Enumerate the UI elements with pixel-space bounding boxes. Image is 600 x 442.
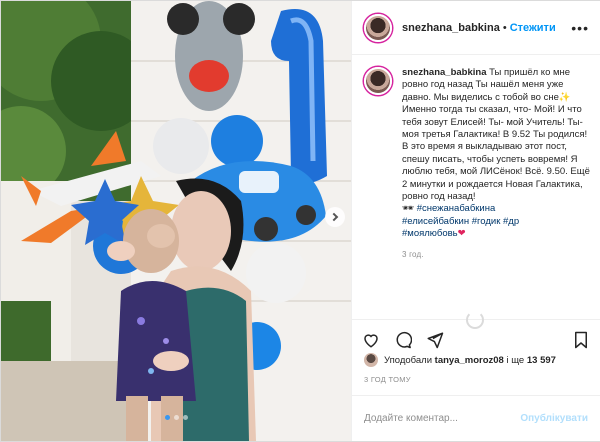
caption-avatar[interactable]	[364, 67, 392, 95]
caption-message: Ты пришёл ко мне ровно год назад⁣ Ты наш…	[402, 67, 590, 203]
avatar[interactable]	[364, 13, 392, 42]
bookmark-icon[interactable]	[572, 331, 590, 349]
post-header: snezhana_babkina • Стежити •••	[352, 1, 600, 55]
instagram-post-window: snezhana_babkina • Стежити ••• snezhana_…	[0, 0, 600, 442]
carousel-indicator	[165, 415, 188, 420]
likes-count[interactable]: 13 597	[527, 355, 556, 366]
liker-avatar[interactable]	[364, 353, 378, 367]
comment-input[interactable]	[364, 413, 514, 424]
share-icon[interactable]	[426, 331, 444, 349]
hashtag-line[interactable]: #елисейбабкин #годик #др	[402, 216, 519, 227]
caption-block: snezhana_babkina Ты пришёл ко мне ровно …	[352, 55, 600, 317]
heart-icon[interactable]	[362, 331, 380, 349]
caption-username[interactable]: snezhana_babkina	[402, 67, 486, 78]
ellipsis-icon[interactable]: •••	[571, 20, 589, 36]
post-photo[interactable]	[1, 1, 351, 441]
carousel-dot	[174, 415, 179, 420]
caption-time: 3 год.	[402, 249, 424, 259]
comment-bar: Опублікувати	[352, 395, 600, 441]
caption-text: snezhana_babkina Ты пришёл ко мне ровно …	[402, 67, 590, 317]
next-photo-button[interactable]	[325, 207, 345, 227]
hashtag-line[interactable]: #моялюбовь	[402, 228, 458, 239]
follow-button[interactable]: Стежити	[510, 22, 556, 34]
likes-summary: Уподобали tanya_moroz08 і ще 13 597	[364, 353, 556, 367]
heart-emoji: ❤	[457, 228, 466, 240]
separator: •	[502, 21, 507, 34]
likes-conjunction: і ще	[506, 354, 525, 366]
loading-spinner	[466, 311, 484, 329]
carousel-dot	[165, 415, 170, 420]
carousel-dot	[183, 415, 188, 420]
chevron-right-icon	[329, 212, 339, 222]
likes-prefix: Уподобали	[384, 354, 433, 366]
author-username[interactable]: snezhana_babkina	[402, 22, 500, 34]
photo-illustration	[1, 1, 351, 441]
hashtag-line[interactable]: #снежанабабкина	[417, 203, 496, 214]
sunglasses-emoji: 🕶	[402, 203, 415, 215]
liker-username[interactable]: tanya_moroz08	[435, 355, 504, 366]
comment-icon[interactable]	[394, 331, 412, 349]
posted-ago: 3 ГОД ТОМУ	[364, 375, 411, 384]
post-side-panel: snezhana_babkina • Стежити ••• snezhana_…	[351, 1, 600, 441]
post-comment-button[interactable]: Опублікувати	[520, 413, 588, 424]
